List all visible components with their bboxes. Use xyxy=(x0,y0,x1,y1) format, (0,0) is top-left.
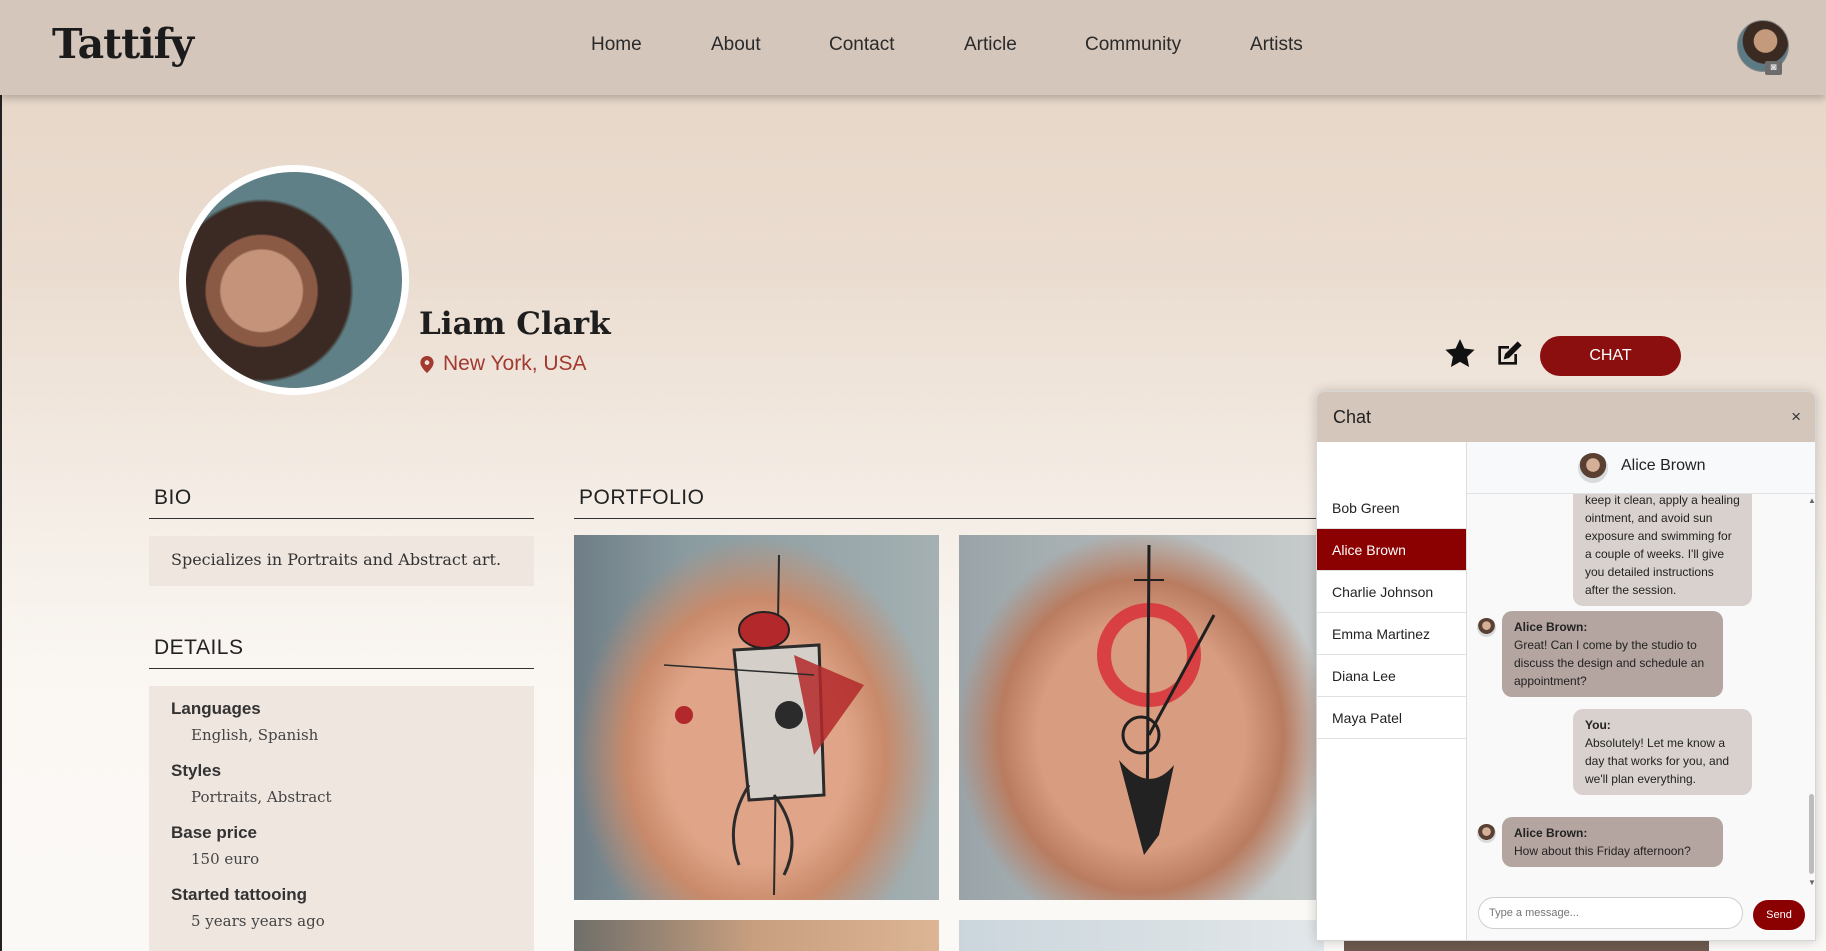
message-input[interactable] xyxy=(1478,897,1743,929)
detail-value: 5 years years ago xyxy=(191,912,325,930)
message-bubble-sent: You: Absolutely! Let me know a day that … xyxy=(1573,709,1752,795)
bio-heading: BIO xyxy=(149,486,534,519)
portfolio-image[interactable] xyxy=(959,920,1324,951)
nav-home[interactable]: Home xyxy=(591,34,642,56)
chat-panel: Chat × Bob Green Alice Brown Charlie Joh… xyxy=(1316,391,1816,941)
details-heading: DETAILS xyxy=(149,636,534,669)
scroll-thumb[interactable] xyxy=(1809,794,1814,874)
location-text: New York, USA xyxy=(443,352,587,375)
portfolio-image[interactable] xyxy=(959,535,1324,900)
detail-label: Started tattooing xyxy=(171,885,307,904)
conversation-name: Alice Brown xyxy=(1621,457,1706,474)
contact-item-active[interactable]: Alice Brown xyxy=(1317,529,1466,571)
message-text: keep it clean, apply a healing ointment,… xyxy=(1585,494,1740,597)
nav-article[interactable]: Article xyxy=(964,34,1017,56)
message-sender: Alice Brown: xyxy=(1514,826,1588,840)
message-text: Great! Can I come by the studio to discu… xyxy=(1514,638,1705,688)
contact-item[interactable]: Charlie Johnson xyxy=(1317,571,1466,613)
close-icon[interactable]: × xyxy=(1791,407,1801,427)
page-edge xyxy=(0,95,2,951)
edit-icon[interactable] xyxy=(1493,338,1525,370)
detail-label: Base price xyxy=(171,823,257,842)
artist-name: Liam Clark xyxy=(419,306,611,342)
detail-label: Languages xyxy=(171,699,261,718)
contact-item[interactable]: Diana Lee xyxy=(1317,655,1466,697)
chat-scrollbar[interactable]: ▲ ▼ xyxy=(1805,494,1815,889)
artist-location: New York, USA xyxy=(420,352,587,376)
profile-photo xyxy=(179,165,409,395)
top-navbar: Tattify Home About Contact Article Commu… xyxy=(0,0,1826,95)
contact-avatar xyxy=(1578,453,1608,483)
message-bubble-sent: keep it clean, apply a healing ointment,… xyxy=(1573,494,1752,606)
conversation: Alice Brown keep it clean, apply a heali… xyxy=(1467,442,1815,940)
nav-about[interactable]: About xyxy=(711,34,761,56)
detail-value: 150 euro xyxy=(191,850,260,868)
portfolio-heading: PORTFOLIO xyxy=(574,486,1334,519)
nav-contact[interactable]: Contact xyxy=(829,34,894,56)
message-list[interactable]: keep it clean, apply a healing ointment,… xyxy=(1467,494,1802,889)
message-sender: Alice Brown: xyxy=(1514,620,1588,634)
conversation-header: Alice Brown xyxy=(1467,442,1815,494)
portfolio-image[interactable] xyxy=(1344,940,1709,951)
detail-value: English, Spanish xyxy=(191,726,319,744)
nav-artists[interactable]: Artists xyxy=(1250,34,1303,56)
contact-item[interactable]: Bob Green xyxy=(1317,487,1466,529)
contact-item[interactable]: Emma Martinez xyxy=(1317,613,1466,655)
send-button[interactable]: Send xyxy=(1753,900,1805,930)
detail-label: Styles xyxy=(171,761,222,780)
contact-item[interactable]: Maya Patel xyxy=(1317,697,1466,739)
scroll-up-arrow-icon[interactable]: ▲ xyxy=(1808,496,1815,505)
location-pin-icon xyxy=(420,355,434,373)
message-sender: You: xyxy=(1585,718,1611,732)
chat-title: Chat xyxy=(1333,407,1372,427)
tattoo-artwork xyxy=(663,554,864,896)
nav-community[interactable]: Community xyxy=(1085,34,1181,56)
sender-avatar xyxy=(1477,824,1496,843)
chat-header: Chat × xyxy=(1317,392,1815,442)
favorite-star-icon[interactable] xyxy=(1443,337,1477,371)
details-card: Languages English, Spanish Styles Portra… xyxy=(149,686,534,951)
camera-icon[interactable]: ◙ xyxy=(1765,61,1782,75)
message-bubble-received: Alice Brown: Great! Can I come by the st… xyxy=(1502,611,1723,697)
brand-logo[interactable]: Tattify xyxy=(52,20,194,68)
contact-list: Bob Green Alice Brown Charlie Johnson Em… xyxy=(1317,442,1467,940)
portfolio-image[interactable] xyxy=(574,535,939,900)
message-text: How about this Friday afternoon? xyxy=(1514,844,1691,858)
message-bubble-received: Alice Brown: How about this Friday after… xyxy=(1502,817,1723,867)
sender-avatar xyxy=(1477,618,1496,637)
message-text: Absolutely! Let me know a day that works… xyxy=(1585,736,1730,786)
portfolio-image[interactable] xyxy=(574,920,939,951)
tattoo-artwork xyxy=(1097,544,1216,855)
detail-value: Portraits, Abstract xyxy=(191,788,332,806)
scroll-down-arrow-icon[interactable]: ▼ xyxy=(1808,878,1815,887)
bio-text: Specializes in Portraits and Abstract ar… xyxy=(149,536,534,586)
profile-photo-image xyxy=(186,172,402,388)
chat-button[interactable]: CHAT xyxy=(1540,336,1681,376)
